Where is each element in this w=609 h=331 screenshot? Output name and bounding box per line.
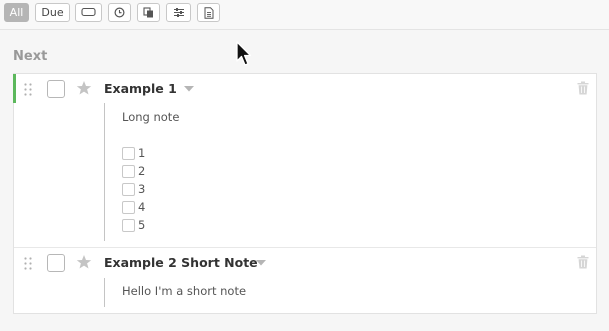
filter-label-button[interactable] bbox=[75, 3, 102, 22]
sliders-icon bbox=[173, 8, 184, 17]
label-icon bbox=[81, 7, 96, 17]
clock-icon bbox=[114, 7, 125, 18]
checklist-checkbox[interactable] bbox=[122, 201, 135, 214]
task-item[interactable]: Example 2 Short Note Hello I'm a short n… bbox=[14, 248, 596, 313]
task-note-text: Long note bbox=[122, 110, 180, 124]
mouse-cursor-icon bbox=[236, 41, 252, 66]
checklist-checkbox[interactable] bbox=[122, 165, 135, 178]
filter-due-button[interactable]: Due bbox=[35, 3, 70, 22]
drag-handle-icon[interactable] bbox=[24, 83, 32, 96]
drag-handle-icon[interactable] bbox=[24, 257, 32, 270]
task-note: Hello I'm a short note bbox=[104, 278, 246, 307]
section-title-next: Next bbox=[13, 49, 48, 64]
checklist-label: 3 bbox=[138, 182, 146, 196]
checklist-label: 5 bbox=[138, 218, 146, 232]
filter-notes-button[interactable] bbox=[197, 3, 220, 22]
task-list: Example 1 Long note 1 2 3 4 5 Example 2 … bbox=[13, 73, 597, 314]
filter-copy-button[interactable] bbox=[137, 3, 160, 22]
filter-toolbar: All Due bbox=[0, 0, 609, 30]
task-title[interactable]: Example 2 Short Note bbox=[104, 255, 258, 270]
task-note: Long note 1 2 3 4 5 bbox=[104, 103, 179, 241]
checklist-checkbox[interactable] bbox=[122, 147, 135, 160]
star-icon[interactable] bbox=[76, 254, 92, 270]
checklist-label: 2 bbox=[138, 164, 146, 178]
chevron-down-icon[interactable] bbox=[184, 86, 194, 92]
task-note-text: Hello I'm a short note bbox=[122, 284, 247, 298]
checklist-label: 4 bbox=[138, 200, 146, 214]
checklist-checkbox[interactable] bbox=[122, 183, 135, 196]
document-icon bbox=[204, 7, 213, 19]
task-item[interactable]: Example 1 Long note 1 2 3 4 5 bbox=[13, 74, 596, 248]
trash-icon[interactable] bbox=[577, 255, 589, 269]
checklist-label: 1 bbox=[138, 146, 146, 160]
star-icon[interactable] bbox=[76, 80, 92, 96]
copy-icon bbox=[143, 7, 153, 18]
task-accent-bar bbox=[13, 74, 16, 103]
chevron-down-icon[interactable] bbox=[256, 260, 266, 266]
filter-clock-button[interactable] bbox=[108, 3, 131, 22]
filter-settings-button[interactable] bbox=[166, 3, 191, 22]
task-complete-checkbox[interactable] bbox=[47, 80, 65, 98]
task-complete-checkbox[interactable] bbox=[47, 254, 65, 272]
trash-icon[interactable] bbox=[577, 81, 589, 95]
checklist-checkbox[interactable] bbox=[122, 219, 135, 232]
task-title[interactable]: Example 1 bbox=[104, 81, 177, 96]
filter-all-button[interactable]: All bbox=[4, 3, 29, 22]
